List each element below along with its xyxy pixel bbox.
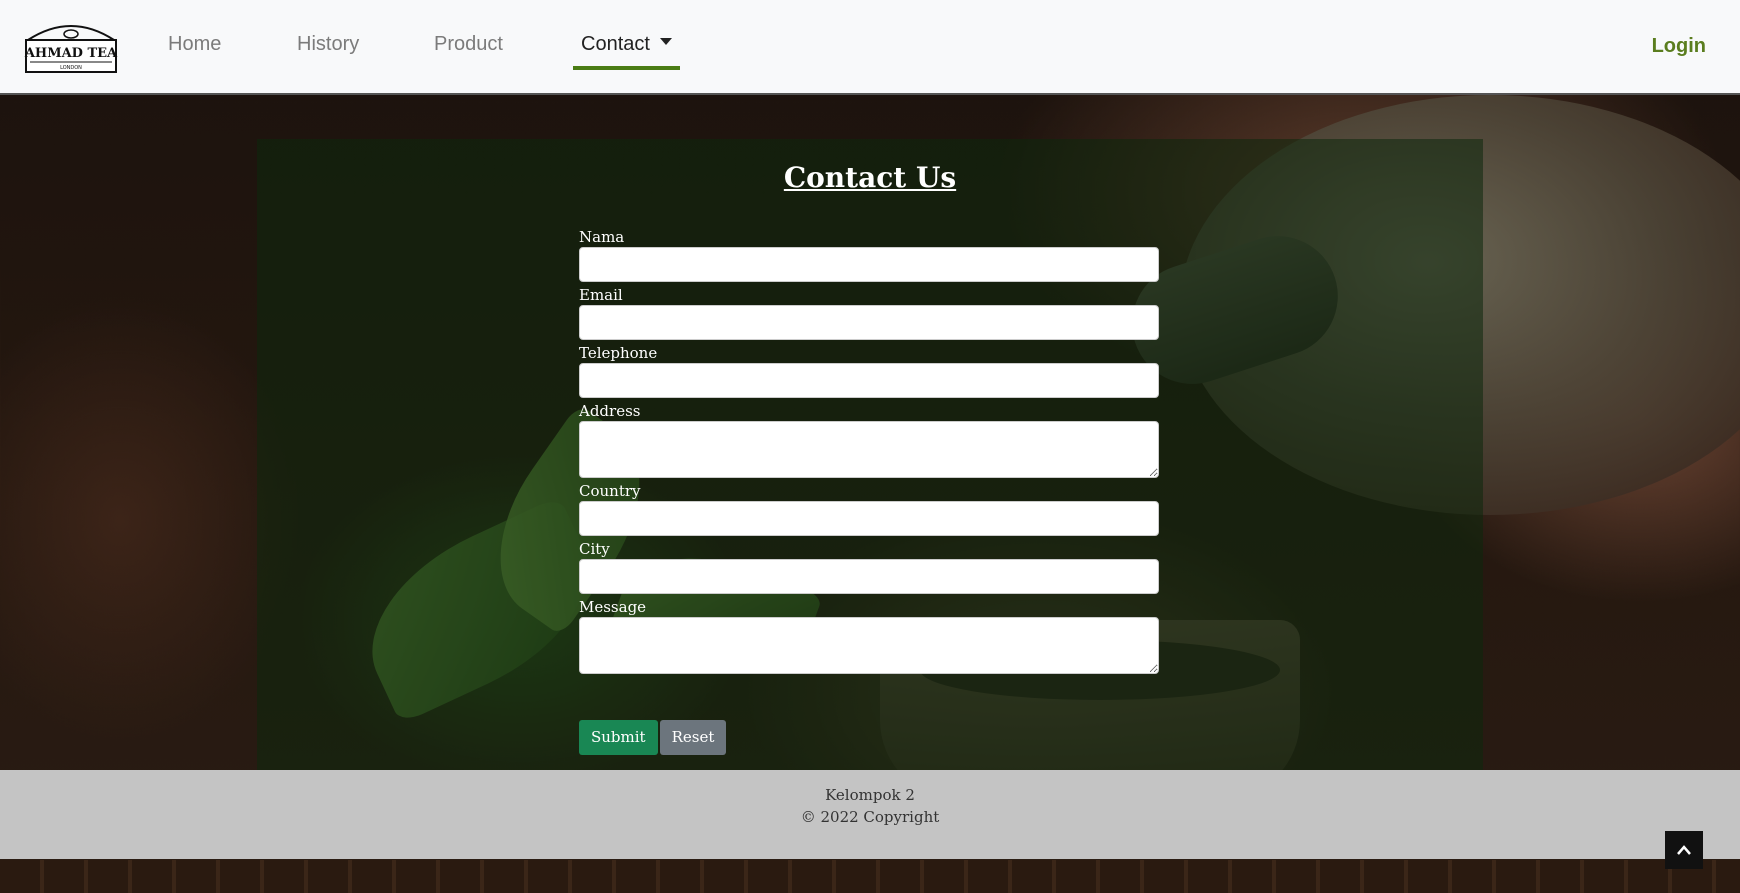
caret-down-icon	[659, 38, 672, 45]
footer: Kelompok 2 © 2022 Copyright	[0, 770, 1740, 859]
brand-logo[interactable]: AHMAD TEA LONDON	[24, 18, 118, 74]
form-buttons: Submit Reset	[579, 720, 727, 755]
nav-contact-dropdown[interactable]: Contact	[573, 33, 680, 70]
nav-history[interactable]: History	[297, 33, 359, 56]
reset-button[interactable]: Reset	[659, 720, 727, 755]
email-label: Email	[579, 286, 623, 304]
page-title: Contact Us	[783, 161, 957, 194]
tea-tray-image	[0, 860, 1740, 893]
nav-home[interactable]: Home	[168, 33, 221, 56]
telephone-label: Telephone	[579, 344, 658, 362]
nama-input[interactable]	[579, 247, 1159, 282]
logo-subtext: LONDON	[60, 65, 82, 71]
navbar: AHMAD TEA LONDON Home History Product Co…	[0, 0, 1740, 95]
address-textarea[interactable]	[579, 421, 1159, 478]
country-label: Country	[579, 482, 641, 500]
country-input[interactable]	[579, 501, 1159, 536]
contact-panel: Contact Us Nama Email Telephone Address …	[257, 139, 1483, 770]
city-label: City	[579, 540, 610, 558]
email-input[interactable]	[579, 305, 1159, 340]
nav-product[interactable]: Product	[434, 33, 503, 56]
nav-contact-label: Contact	[581, 33, 650, 55]
footer-group-name: Kelompok 2	[825, 786, 915, 804]
submit-button[interactable]: Submit	[579, 720, 658, 755]
telephone-input[interactable]	[579, 363, 1159, 398]
footer-copyright: © 2022 Copyright	[800, 808, 940, 826]
back-to-top-button[interactable]	[1665, 831, 1703, 869]
nama-label: Nama	[579, 228, 625, 246]
chevron-up-icon	[1677, 845, 1691, 855]
message-textarea[interactable]	[579, 617, 1159, 674]
message-label: Message	[579, 598, 647, 616]
contact-form: Nama Email Telephone Address Country Cit…	[579, 227, 1159, 677]
login-link[interactable]: Login	[1652, 35, 1706, 58]
logo-text: AHMAD TEA	[24, 46, 118, 61]
city-input[interactable]	[579, 559, 1159, 594]
address-label: Address	[579, 402, 641, 420]
